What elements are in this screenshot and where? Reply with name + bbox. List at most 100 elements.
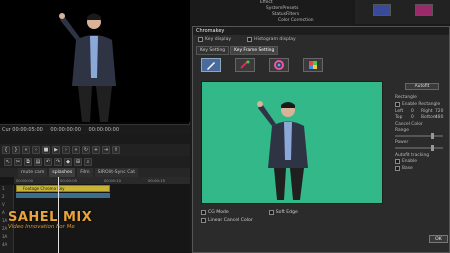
checkbox-box [201, 218, 206, 223]
color-grid-icon [309, 61, 317, 69]
histogram-display-label: Histogram display [254, 37, 296, 42]
cg-mode-label: CG Mode [208, 210, 229, 215]
checkbox-box [201, 210, 206, 215]
enable-tracking-checkbox[interactable]: Enable [395, 159, 417, 164]
play-button[interactable]: ▶ [52, 146, 60, 154]
step-back-button[interactable]: ‹ [32, 146, 40, 154]
rewind-button[interactable]: « [22, 146, 30, 154]
watermark-title: SAHEL MIX [8, 210, 93, 225]
person-figure [59, 13, 116, 122]
track-label[interactable]: 1 [0, 185, 13, 193]
zoom-icon[interactable]: ⌕ [84, 158, 92, 166]
cg-mode-checkbox[interactable]: CG Mode [201, 210, 229, 215]
loop-button[interactable]: ↻ [82, 146, 90, 154]
enable-rectangle-label: Enable Rectangle [402, 102, 441, 107]
eyedropper-icon [207, 62, 215, 70]
cancel-color-heading: Cancel Color [395, 122, 423, 127]
top-value[interactable]: 0 [411, 115, 414, 120]
histogram-display-checkbox[interactable]: Histogram display [247, 37, 296, 42]
effect-thumbnail[interactable] [373, 4, 391, 16]
chromakey-dialog: Chromakey Key display Histogram display … [192, 26, 450, 253]
base-checkbox[interactable]: Base [395, 166, 413, 171]
effect-tree: Effect SystemPresets StatusFilters Color… [240, 0, 352, 26]
player-video [0, 0, 190, 122]
tab-sequence-2[interactable]: splashes [49, 168, 76, 177]
tab-key-frame-setting[interactable]: Key Frame Setting [230, 46, 279, 55]
player-monitor [0, 0, 190, 128]
linear-cancel-label: Linear Cancel Color [208, 218, 253, 223]
range-label: Range [395, 128, 409, 133]
checkbox-box [395, 166, 400, 171]
soft-edge-label: Soft Edge [275, 210, 298, 215]
autofit-button[interactable]: Autofit [405, 83, 439, 90]
range-slider-knob[interactable] [431, 133, 434, 139]
key-preview[interactable] [201, 81, 383, 204]
ruler-tick: 00:00:10 [104, 178, 122, 183]
current-timecode: Cur 00:00:05:00 [2, 127, 43, 133]
power-slider-knob[interactable] [431, 145, 434, 151]
set-in-button[interactable]: { [2, 146, 10, 154]
tab-sequence-4[interactable]: SIROlit-Sync Cat [94, 168, 139, 177]
tree-item[interactable]: Color Correction [240, 18, 352, 24]
dialog-title: Chromakey [193, 27, 449, 35]
set-out-button[interactable]: } [12, 146, 20, 154]
power-slider[interactable] [395, 145, 443, 151]
overwrite-button[interactable]: ⇥ [102, 146, 110, 154]
select-tool-icon[interactable]: ↖ [4, 158, 12, 166]
rectangle-heading: Rectangle [395, 95, 417, 100]
color-wheel-tool[interactable] [269, 58, 289, 72]
tab-sequence-3[interactable]: Film [77, 168, 93, 177]
fast-forward-button[interactable]: » [72, 146, 80, 154]
time-ruler[interactable]: 00:00:00 00:00:05 00:00:10 00:00:15 [14, 177, 190, 184]
base-label: Base [402, 166, 413, 171]
in-timecode: 00:00:00:00 [50, 127, 81, 133]
eyedropper-tool[interactable] [201, 58, 221, 72]
bottom-value[interactable]: 480 [435, 115, 443, 120]
copy-icon[interactable]: ⧉ [24, 158, 32, 166]
brush-tool[interactable] [235, 58, 255, 72]
effect-thumbnail[interactable] [415, 4, 433, 16]
editor-window: Cur 00:00:05:00 00:00:00:00 00:00:00:00 … [0, 0, 450, 253]
step-forward-button[interactable]: › [62, 146, 70, 154]
track-label[interactable]: 3A [0, 233, 13, 241]
display-options: Key display Histogram display [198, 37, 296, 42]
right-label: Right [421, 109, 433, 114]
linear-cancel-checkbox[interactable]: Linear Cancel Color [201, 218, 253, 223]
power-label: Power [395, 140, 409, 145]
tab-key-setting[interactable]: Key Setting [196, 46, 230, 55]
timeline-clip[interactable]: Footage Chroma Key [16, 185, 110, 192]
dialog-tabs: Key Setting Key Frame Setting [196, 46, 279, 55]
ruler-tick: 00:00:00 [16, 178, 34, 183]
undo-icon[interactable]: ↶ [44, 158, 52, 166]
tab-sequence-1[interactable]: mute cam [18, 168, 48, 177]
color-wheel-icon [274, 60, 284, 70]
soft-edge-checkbox[interactable]: Soft Edge [268, 210, 298, 215]
key-display-checkbox[interactable]: Key display [198, 37, 231, 42]
export-button[interactable]: ⇪ [112, 146, 120, 154]
out-timecode: 00:00:00:00 [88, 127, 120, 133]
range-slider[interactable] [395, 133, 443, 139]
checkbox-box [395, 102, 400, 107]
timecode-bar: Cur 00:00:05:00 00:00:00:00 00:00:00:00 [0, 124, 190, 134]
right-value[interactable]: 720 [435, 109, 443, 114]
marker-icon[interactable]: ◆ [64, 158, 72, 166]
left-value[interactable]: 0 [411, 109, 414, 114]
ok-button[interactable]: OK [429, 235, 448, 243]
cut-tool-icon[interactable]: ✂ [14, 158, 22, 166]
track-label[interactable]: V [0, 201, 13, 209]
ruler-tick: 00:00:15 [148, 178, 166, 183]
redo-icon[interactable]: ↷ [54, 158, 62, 166]
ruler-tick: 00:00:05 [60, 178, 78, 183]
insert-button[interactable]: + [92, 146, 100, 154]
stop-button[interactable]: ■ [42, 146, 50, 154]
enable-rectangle-checkbox[interactable]: Enable Rectangle [395, 102, 440, 107]
top-label: Top [395, 115, 403, 120]
timeline-clip-audio[interactable] [16, 193, 110, 198]
track-label[interactable]: 2 [0, 193, 13, 201]
sequence-tabs: mute cam splashes Film SIROlit-Sync Cat [0, 168, 190, 177]
paste-icon[interactable]: ▤ [34, 158, 42, 166]
color-grid-tool[interactable] [303, 58, 323, 72]
snap-icon[interactable]: ⊞ [74, 158, 82, 166]
track-label[interactable]: 4A [0, 241, 13, 249]
timeline-toolbar: ↖ ✂ ⧉ ▤ ↶ ↷ ◆ ⊞ ⌕ [0, 156, 190, 168]
